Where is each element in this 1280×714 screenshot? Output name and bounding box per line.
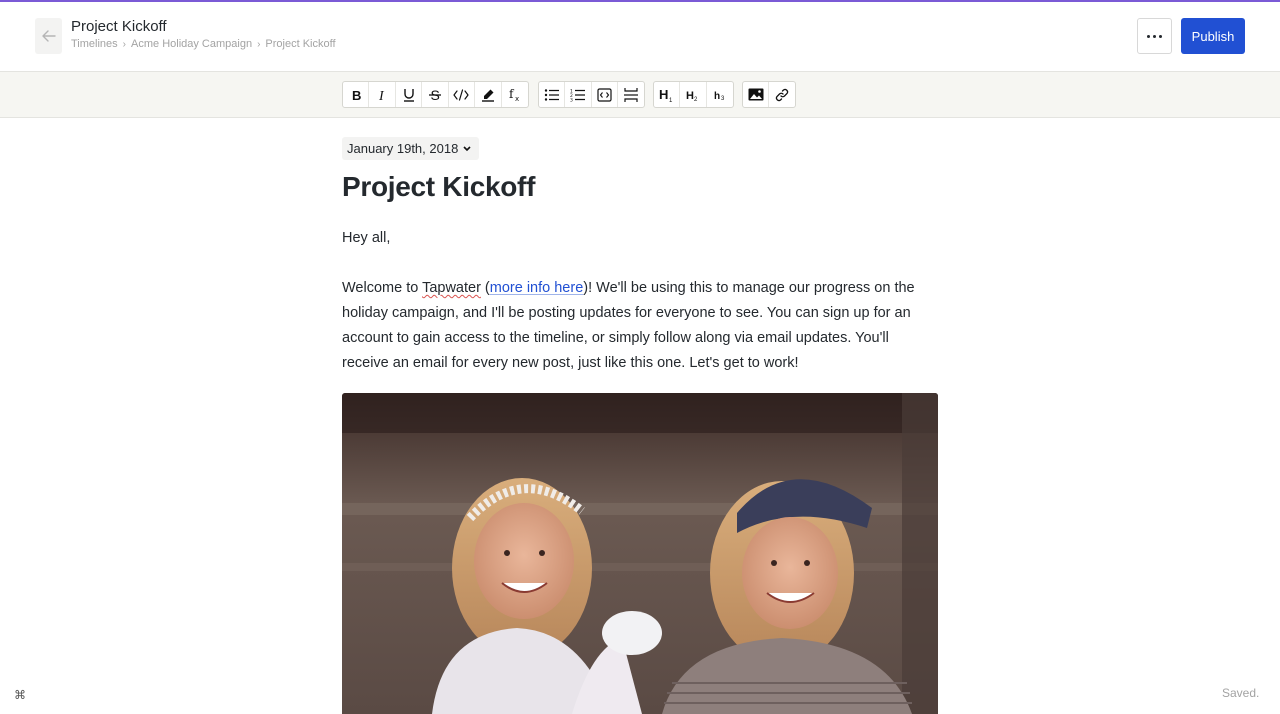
arrow-left-icon <box>41 30 56 42</box>
formatting-toolbar: B I S fx 123 H1 H2 h3 <box>0 72 1280 118</box>
svg-text:3: 3 <box>570 97 573 102</box>
svg-text:B: B <box>352 88 361 102</box>
save-status: Saved. <box>1222 686 1260 700</box>
document-title[interactable]: Project Kickoff <box>342 171 535 203</box>
insert-image-button[interactable] <box>743 82 770 107</box>
keyboard-shortcuts-icon[interactable]: ⌘ <box>14 688 26 702</box>
more-options-button[interactable] <box>1137 18 1172 54</box>
strikethrough-icon: S <box>428 87 441 103</box>
back-button[interactable] <box>35 18 62 54</box>
post-date: January 19th, 2018 <box>347 141 459 156</box>
body-prefix: Welcome to <box>342 280 423 296</box>
embedded-image[interactable] <box>342 393 938 714</box>
body-paragraph[interactable]: Welcome to Tapwater (more info here)! We… <box>342 276 938 376</box>
strikethrough-button[interactable]: S <box>422 82 449 107</box>
svg-text:H: H <box>659 87 668 102</box>
breadcrumb-item-current: Project Kickoff <box>265 38 336 50</box>
header: Project Kickoff Timelines › Acme Holiday… <box>0 2 1280 72</box>
formula-icon: fx <box>509 87 519 103</box>
heading-1-button[interactable]: H1 <box>654 82 681 107</box>
chevron-right-icon: › <box>122 38 127 50</box>
svg-text:3: 3 <box>721 96 725 102</box>
svg-text:H: H <box>686 90 694 102</box>
highlight-icon <box>481 89 494 102</box>
divider-icon <box>623 87 638 102</box>
highlight-button[interactable] <box>475 82 502 107</box>
code-icon <box>453 88 469 101</box>
greeting-paragraph[interactable]: Hey all, <box>342 226 938 251</box>
inline-code-button[interactable] <box>449 82 476 107</box>
svg-text:1: 1 <box>669 98 673 103</box>
heading-2-button[interactable]: H2 <box>680 82 707 107</box>
toolbar-group-inline: B I S fx <box>342 81 529 108</box>
toolbar-group-media <box>742 81 796 108</box>
divider-button[interactable] <box>618 82 644 107</box>
chevron-down-icon <box>463 145 471 151</box>
underline-icon <box>403 88 414 102</box>
svg-text:h: h <box>714 91 720 102</box>
bold-button[interactable]: B <box>343 82 370 107</box>
code-block-button[interactable] <box>592 82 618 107</box>
svg-text:2: 2 <box>694 97 698 103</box>
svg-text:x: x <box>515 95 519 103</box>
toolbar-group-headings: H1 H2 h3 <box>653 81 734 108</box>
spellcheck-word: Tapwater <box>422 280 481 296</box>
link-icon <box>775 88 789 101</box>
code-block-icon <box>597 87 612 102</box>
image-icon <box>748 88 763 101</box>
heading-3-button[interactable]: h3 <box>707 82 733 107</box>
date-picker[interactable]: January 19th, 2018 <box>342 137 480 160</box>
paren-open: ( <box>480 280 490 296</box>
toolbar-group-blocks: 123 <box>538 81 645 108</box>
breadcrumb-item-timelines[interactable]: Timelines <box>71 38 118 50</box>
formula-button[interactable]: fx <box>502 82 528 107</box>
bullet-list-button[interactable] <box>539 82 566 107</box>
more-info-link[interactable]: more info here <box>490 280 584 296</box>
svg-text:I: I <box>378 89 385 102</box>
italic-button[interactable]: I <box>369 82 396 107</box>
bullet-list-icon <box>544 88 559 101</box>
numbered-list-button[interactable]: 123 <box>565 82 592 107</box>
heading-2-icon: H2 <box>686 90 698 103</box>
publish-button[interactable]: Publish <box>1181 18 1245 54</box>
breadcrumb: Timelines › Acme Holiday Campaign › Proj… <box>71 38 336 50</box>
italic-icon: I <box>378 89 385 102</box>
breadcrumb-item-campaign[interactable]: Acme Holiday Campaign <box>131 38 252 50</box>
gif-image <box>342 393 938 714</box>
insert-link-button[interactable] <box>769 82 795 107</box>
header-title: Project Kickoff <box>71 18 167 35</box>
chevron-right-icon: › <box>257 38 261 50</box>
heading-1-icon: H1 <box>659 87 673 103</box>
underline-button[interactable] <box>396 82 423 107</box>
ellipsis-icon <box>1147 34 1150 38</box>
heading-3-icon: h3 <box>714 91 725 102</box>
bold-icon: B <box>352 88 361 102</box>
numbered-list-icon: 123 <box>570 88 585 102</box>
